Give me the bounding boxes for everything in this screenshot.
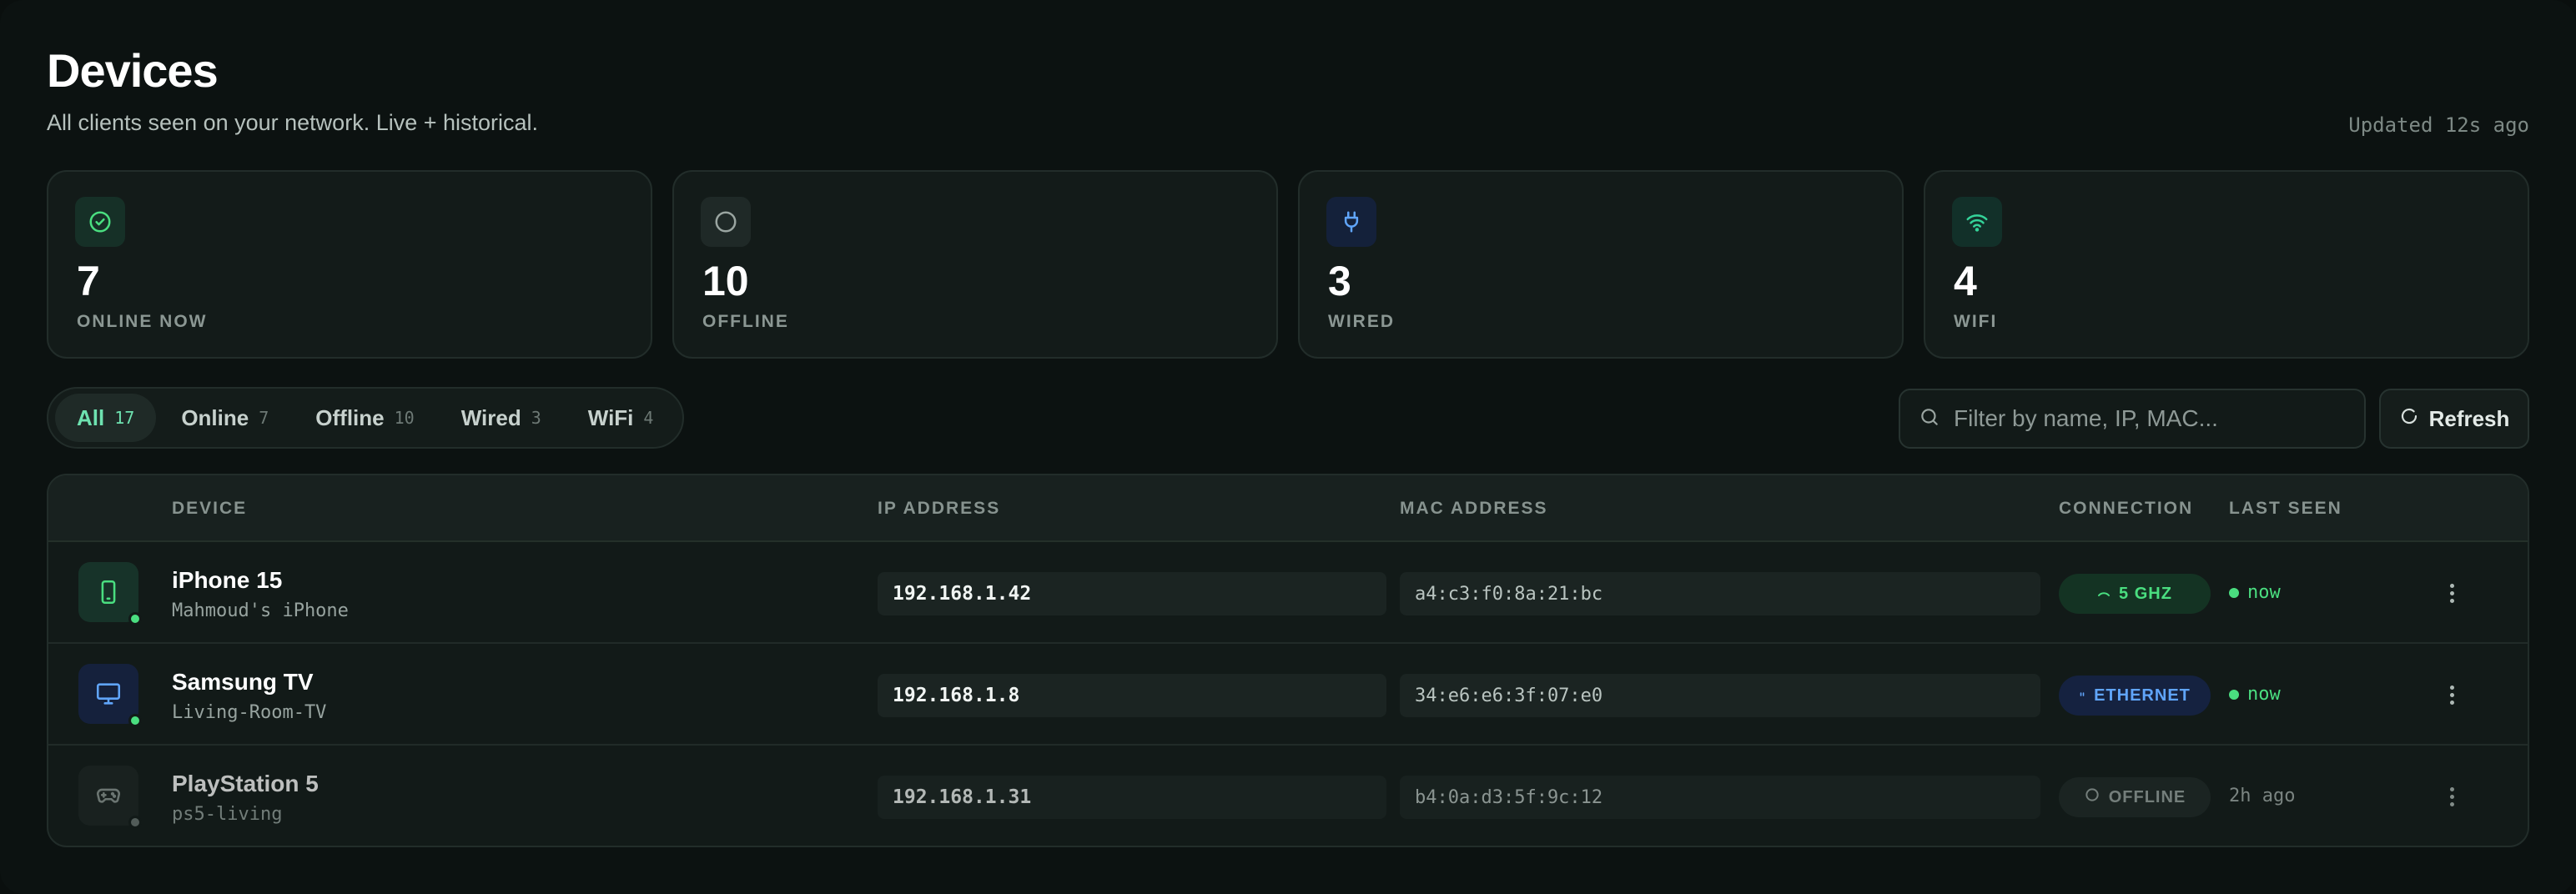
- column-header-mac[interactable]: MAC ADDRESS: [1400, 499, 1548, 519]
- mac-address: 34:e6:e6:3f:07:e0: [1400, 674, 2040, 717]
- last-seen: 2h ago: [2229, 786, 2295, 806]
- devices-panel: Devices All clients seen on your network…: [0, 0, 2576, 894]
- stat-label: WIFI: [1954, 312, 1998, 331]
- stat-cards: 7 ONLINE NOW 10 OFFLINE 3 WIRED 4 WIFI: [47, 170, 2529, 359]
- device-hostname: Mahmoud's iPhone: [172, 600, 349, 621]
- check-circle-icon: [75, 197, 125, 247]
- offline-circle-icon: [2084, 786, 2101, 808]
- table-row[interactable]: PlayStation 5 ps5-living 192.168.1.31 b4…: [48, 746, 2528, 846]
- updated-timestamp: Updated 12s ago: [2348, 113, 2529, 137]
- refresh-label: Refresh: [2428, 405, 2510, 431]
- page-title: Devices: [47, 44, 219, 97]
- table-row[interactable]: Samsung TV Living-Room-TV 192.168.1.8 34…: [48, 644, 2528, 746]
- tab-wifi[interactable]: WiFi 4: [566, 394, 676, 442]
- stat-label: WIRED: [1328, 312, 1395, 331]
- last-seen: now: [2229, 684, 2281, 705]
- tab-count: 4: [643, 408, 654, 428]
- last-seen-label: 2h ago: [2229, 786, 2296, 806]
- wifi-icon: [1952, 197, 2002, 247]
- stat-card-online: 7 ONLINE NOW: [47, 170, 652, 359]
- device-hostname: Living-Room-TV: [172, 702, 327, 723]
- filter-tabs: All 17 Online 7 Offline 10 Wired 3 WiFi …: [47, 387, 684, 449]
- refresh-button[interactable]: Refresh: [2379, 389, 2529, 449]
- connection-badge: 5 GHZ: [2059, 574, 2211, 614]
- gamepad-icon: [78, 766, 142, 829]
- online-status-dot: [128, 714, 142, 727]
- mac-address: b4:0a:d3:5f:9c:12: [1400, 776, 2040, 819]
- tab-label: Offline: [315, 404, 385, 430]
- search-icon: [1919, 406, 1940, 432]
- phone-icon: [78, 562, 142, 625]
- connection-badge: ETHERNET: [2059, 676, 2211, 716]
- connection-label: 5 GHZ: [2119, 584, 2172, 603]
- tab-count: 7: [259, 408, 269, 428]
- connection-label: ETHERNET: [2094, 686, 2191, 705]
- device-name: PlayStation 5: [172, 771, 319, 796]
- last-seen-label: now: [2247, 582, 2281, 603]
- tab-count: 10: [394, 408, 415, 428]
- ip-address: 192.168.1.42: [878, 572, 1386, 615]
- tab-label: All: [77, 404, 105, 430]
- search-input[interactable]: [1954, 405, 2346, 432]
- monitor-icon: [78, 664, 142, 727]
- offline-status-dot: [128, 816, 142, 829]
- tab-count: 3: [531, 408, 541, 428]
- stat-label: ONLINE NOW: [77, 312, 208, 331]
- more-options-icon[interactable]: [2438, 782, 2466, 811]
- tab-label: WiFi: [587, 404, 634, 430]
- stat-card-wifi: 4 WIFI: [1924, 170, 2529, 359]
- device-name: Samsung TV: [172, 669, 314, 695]
- search-box: [1899, 389, 2366, 449]
- column-header-device[interactable]: DEVICE: [172, 499, 247, 519]
- column-header-connection[interactable]: CONNECTION: [2059, 499, 2193, 519]
- online-dot: [2229, 587, 2239, 598]
- connection-label: OFFLINE: [2108, 787, 2186, 806]
- device-hostname: ps5-living: [172, 804, 283, 825]
- tab-all[interactable]: All 17: [55, 394, 157, 442]
- ip-address: 192.168.1.31: [878, 776, 1386, 819]
- refresh-icon: [2399, 406, 2419, 432]
- tab-online[interactable]: Online 7: [159, 394, 290, 442]
- column-header-ip[interactable]: IP ADDRESS: [878, 499, 1000, 519]
- ip-address: 192.168.1.8: [878, 674, 1386, 717]
- ethernet-icon: [2079, 686, 2085, 706]
- tab-count: 17: [114, 408, 135, 428]
- empty-circle-icon: [701, 197, 751, 247]
- online-dot: [2229, 689, 2239, 700]
- stat-value: 7: [77, 258, 100, 304]
- mac-address: a4:c3:f0:8a:21:bc: [1400, 572, 2040, 615]
- stat-card-offline: 10 OFFLINE: [672, 170, 1278, 359]
- devices-table: DEVICE IP ADDRESS MAC ADDRESS CONNECTION…: [47, 474, 2529, 847]
- stat-value: 10: [702, 258, 749, 304]
- stat-card-wired: 3 WIRED: [1298, 170, 1904, 359]
- last-seen-label: now: [2247, 684, 2281, 705]
- tab-label: Wired: [460, 404, 521, 430]
- column-header-last-seen[interactable]: LAST SEEN: [2229, 499, 2342, 519]
- table-row[interactable]: iPhone 15 Mahmoud's iPhone 192.168.1.42 …: [48, 542, 2528, 644]
- tab-wired[interactable]: Wired 3: [440, 394, 563, 442]
- online-status-dot: [128, 612, 142, 625]
- last-seen: now: [2229, 582, 2281, 603]
- stat-value: 4: [1954, 258, 1977, 304]
- stat-label: OFFLINE: [702, 312, 789, 331]
- plug-icon: [1326, 197, 1376, 247]
- tab-offline[interactable]: Offline 10: [294, 394, 435, 442]
- more-options-icon[interactable]: [2438, 681, 2466, 709]
- tab-label: Online: [181, 404, 249, 430]
- table-header: DEVICE IP ADDRESS MAC ADDRESS CONNECTION…: [48, 475, 2528, 542]
- connection-badge: OFFLINE: [2059, 777, 2211, 817]
- device-name: iPhone 15: [172, 567, 283, 593]
- page-subtitle: All clients seen on your network. Live +…: [47, 110, 539, 135]
- wifi-band-icon: [2097, 585, 2111, 604]
- more-options-icon[interactable]: [2438, 579, 2466, 607]
- stat-value: 3: [1328, 258, 1351, 304]
